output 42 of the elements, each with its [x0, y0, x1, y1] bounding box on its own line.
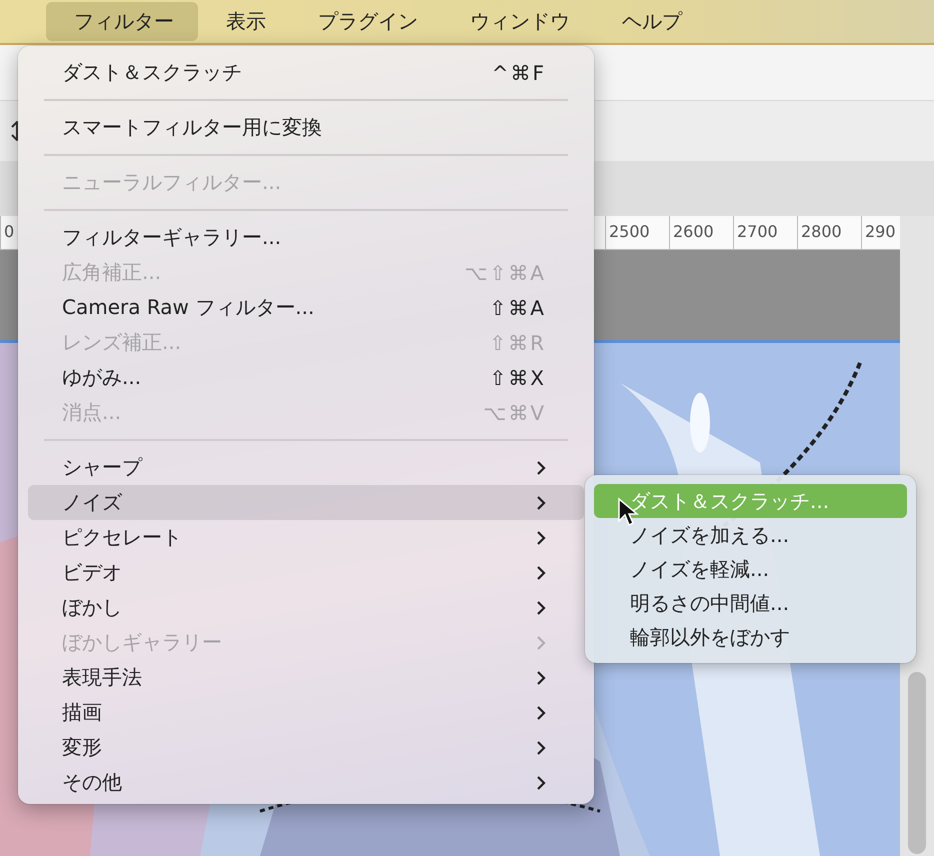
menu-item[interactable]: ぼかし	[28, 590, 584, 625]
submenu-item[interactable]: 明るさの中間値...	[594, 586, 907, 620]
chevron-right-icon	[536, 494, 546, 510]
menu-item[interactable]: シャープ	[28, 450, 584, 485]
menu-item[interactable]: 表現手法	[28, 660, 584, 695]
menu-bar-item[interactable]: プラグイン	[290, 2, 442, 41]
submenu-item[interactable]: ノイズを軽減...	[594, 552, 907, 586]
menu-item[interactable]: Camera Raw フィルター... ⇧⌘A	[28, 290, 584, 325]
ruler-label: 2600	[669, 216, 733, 249]
chevron-right-icon	[536, 460, 546, 476]
ruler-label: 2500	[605, 216, 669, 249]
ruler-label: 2700	[733, 216, 797, 249]
scrollbar-thumb[interactable]	[908, 672, 926, 854]
ruler-label: 2800	[797, 216, 861, 249]
chevron-right-icon	[536, 740, 546, 756]
menu-bar-item[interactable]: フィルター	[46, 2, 198, 41]
menu-item[interactable]: ビデオ	[28, 555, 584, 590]
chevron-right-icon	[536, 530, 546, 546]
menu-item[interactable]: その他	[28, 765, 584, 800]
shortcut-text: ⌥⇧⌘A	[464, 260, 546, 284]
menu-item[interactable]: ピクセレート	[28, 520, 584, 555]
chevron-right-icon	[536, 670, 546, 686]
chevron-right-icon	[536, 600, 546, 616]
menu-item[interactable]: ゆがみ... ⇧⌘X	[28, 360, 584, 395]
submenu-item[interactable]: 輪郭以外をぼかす	[594, 620, 907, 654]
chevron-right-icon	[536, 774, 546, 790]
menu-item[interactable]: 変形	[28, 730, 584, 765]
menu-item[interactable]: ノイズ	[28, 485, 584, 520]
menu-bar-item[interactable]: ヘルプ	[594, 2, 706, 41]
chevron-right-icon	[536, 634, 546, 650]
menu-item[interactable]: 描画	[28, 695, 584, 730]
shortcut-text: ^⌘F	[492, 60, 546, 84]
menu-item[interactable]: フィルターギャラリー...	[28, 220, 584, 255]
chevron-right-icon	[536, 564, 546, 580]
shortcut-text: ⇧⌘R	[489, 330, 546, 354]
menu-bar-item[interactable]: 表示	[198, 2, 290, 41]
shortcut-text: ⌥⌘V	[483, 400, 546, 424]
shortcut-text: ⇧⌘X	[490, 366, 546, 390]
shortcut-text: ⇧⌘A	[490, 296, 546, 320]
submenu-item[interactable]: ノイズを加える...	[594, 518, 907, 552]
chevron-right-icon	[536, 704, 546, 720]
menu-bar-item[interactable]: ウィンドウ	[442, 2, 594, 41]
